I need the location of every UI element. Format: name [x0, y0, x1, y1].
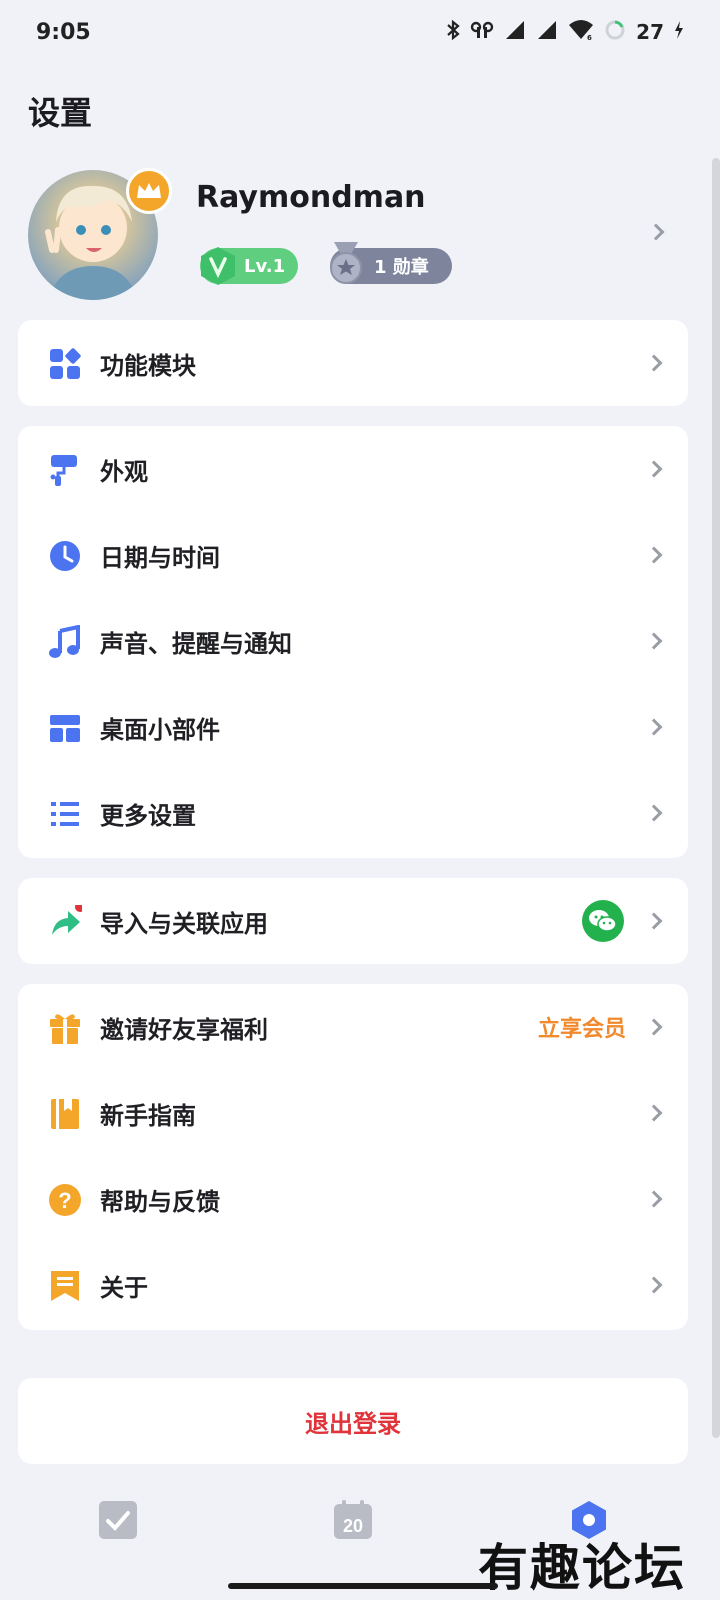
avatar-wrap[interactable]	[28, 168, 172, 300]
wifi-icon: 6	[568, 19, 594, 46]
group-display: 外观 日期与时间 声音、提醒与通知 桌面小部件 更多设置	[18, 426, 688, 858]
settings-row-import[interactable]: 导入与关联应用	[18, 878, 688, 964]
chevron-right-icon	[645, 354, 663, 372]
calendar-day: 20	[343, 1516, 363, 1536]
settings-row-guide[interactable]: 新手指南	[18, 1070, 688, 1156]
settings-row-appearance[interactable]: 外观	[18, 426, 688, 512]
crown-icon	[137, 183, 161, 198]
chevron-right-icon	[645, 1018, 663, 1036]
info-flag-icon	[51, 1271, 79, 1301]
checkbox-icon	[99, 1501, 137, 1539]
row-label: 帮助与反馈	[100, 1187, 220, 1216]
chevron-right-icon	[645, 912, 663, 930]
list-icon	[51, 802, 79, 826]
chevron-right-icon	[645, 804, 663, 822]
chevron-right-icon	[645, 632, 663, 650]
group-help: 邀请好友享福利 立享会员 新手指南 ? 帮助与反馈 关于	[18, 984, 688, 1330]
music-note-icon	[49, 625, 80, 658]
gift-icon	[50, 1014, 80, 1044]
widget-icon	[50, 715, 80, 742]
grid-icon	[50, 348, 81, 379]
invite-promo-label: 立享会员	[537, 1017, 626, 1042]
row-label: 外观	[100, 457, 148, 486]
settings-row-invite[interactable]: 邀请好友享福利 立享会员	[18, 984, 688, 1070]
signal-icon-2	[536, 20, 558, 45]
battery-level: 27	[636, 20, 664, 44]
medal-icon	[330, 242, 362, 284]
group-modules: 功能模块	[18, 320, 688, 406]
clock-icon	[50, 541, 80, 571]
wechat-icon	[582, 900, 624, 942]
home-indicator[interactable]	[228, 1583, 498, 1589]
svg-text:?: ?	[58, 1188, 71, 1213]
scrollbar[interactable]	[712, 158, 720, 1438]
chevron-right-icon	[647, 223, 665, 241]
chevron-right-icon	[645, 718, 663, 736]
status-bar: 9:05 6 27	[0, 0, 720, 64]
row-label: 桌面小部件	[100, 715, 220, 744]
level-label: Lv.1	[244, 255, 286, 277]
logout-button[interactable]: 退出登录	[18, 1378, 688, 1464]
settings-row-sound[interactable]: 声音、提醒与通知	[18, 598, 688, 684]
row-label: 新手指南	[100, 1101, 196, 1130]
bluetooth-icon	[446, 19, 460, 45]
settings-row-widgets[interactable]: 桌面小部件	[18, 684, 688, 770]
row-label: 日期与时间	[100, 543, 220, 572]
earbuds-icon	[470, 20, 494, 45]
page-title: 设置	[28, 94, 93, 132]
share-arrow-icon	[52, 905, 82, 935]
chevron-right-icon	[645, 1190, 663, 1208]
profile-header[interactable]: Raymondman Lv.1 1 勋章	[0, 160, 720, 310]
medal-badge[interactable]: 1 勋章	[330, 242, 452, 284]
row-label: 关于	[100, 1273, 148, 1302]
battery-ring-icon	[604, 19, 626, 46]
paint-roller-icon	[50, 455, 77, 486]
calendar-icon: 20	[334, 1500, 372, 1539]
book-icon	[51, 1099, 79, 1129]
chevron-right-icon	[645, 1276, 663, 1294]
row-label: 邀请好友享福利	[100, 1015, 268, 1044]
row-label: 声音、提醒与通知	[100, 629, 292, 658]
row-label: 功能模块	[100, 351, 196, 380]
medal-label: 1 勋章	[374, 257, 429, 278]
watermark-text: 有趣论坛	[478, 1538, 686, 1597]
signal-icon	[504, 20, 526, 45]
row-label: 导入与关联应用	[100, 909, 268, 938]
row-label: 更多设置	[100, 801, 196, 830]
chevron-right-icon	[645, 1104, 663, 1122]
settings-row-modules[interactable]: 功能模块	[18, 320, 688, 406]
question-icon: ?	[49, 1184, 81, 1216]
chevron-right-icon	[645, 460, 663, 478]
level-badge[interactable]: Lv.1	[200, 247, 298, 285]
username: Raymondman	[196, 180, 426, 215]
group-import: 导入与关联应用	[18, 878, 688, 964]
svg-text:6: 6	[587, 34, 592, 41]
status-time: 9:05	[36, 19, 91, 45]
tab-tasks[interactable]	[98, 1500, 138, 1540]
settings-row-more[interactable]: 更多设置	[18, 770, 688, 856]
settings-row-date-time[interactable]: 日期与时间	[18, 512, 688, 598]
vip-crown-badge	[126, 168, 172, 214]
settings-row-help[interactable]: ? 帮助与反馈	[18, 1156, 688, 1242]
tab-calendar[interactable]: 20	[333, 1500, 373, 1540]
charging-icon	[674, 20, 684, 45]
settings-row-about[interactable]: 关于	[18, 1242, 688, 1328]
status-icons: 6 27	[446, 19, 684, 46]
level-v-icon	[201, 247, 235, 285]
chevron-right-icon	[645, 546, 663, 564]
